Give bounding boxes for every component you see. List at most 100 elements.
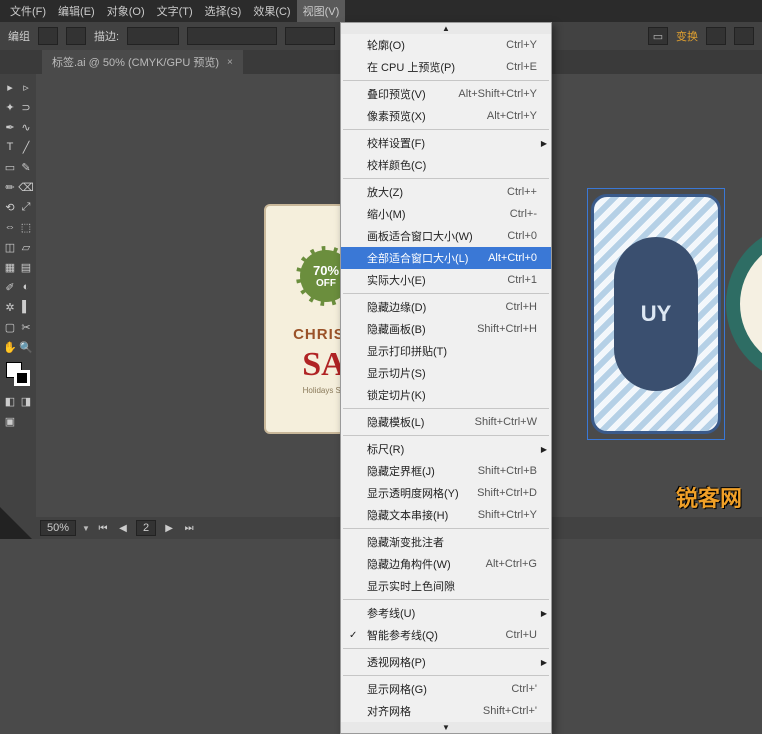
artboard-number[interactable]: 2 [136,520,156,536]
first-artboard-button[interactable]: ⏮ [96,521,110,535]
menu-item[interactable]: 透视网格(P)▶ [341,651,551,673]
pen-tool[interactable]: ✒ [2,118,18,136]
menu-select[interactable]: 选择(S) [199,0,248,22]
document-tab[interactable]: 标签.ai @ 50% (CMYK/GPU 预览) × [42,50,243,74]
pencil-tool[interactable]: ✏ [2,178,18,196]
menu-item[interactable]: 叠印预览(V)Alt+Shift+Ctrl+Y [341,83,551,105]
brush-dropdown[interactable] [187,27,277,45]
artboard-tool[interactable]: ▢ [2,318,18,336]
submenu-arrow-icon: ▶ [541,139,547,148]
symbol-sprayer-tool[interactable]: ✲ [2,298,18,316]
menu-item[interactable]: 显示网格(G)Ctrl+' [341,678,551,700]
line-tool[interactable]: ╱ [18,138,34,156]
menu-edit[interactable]: 编辑(E) [52,0,101,22]
menu-item[interactable]: 画板适合窗口大小(W)Ctrl+0 [341,225,551,247]
rotate-tool[interactable]: ⟲ [2,198,18,216]
type-tool[interactable]: T [2,138,18,156]
last-artboard-button[interactable]: ⏭ [182,521,196,535]
selection-tool[interactable]: ▸ [2,78,18,96]
free-transform-tool[interactable]: ⬚ [18,218,34,236]
menu-item-label: 显示实时上色间隙 [367,578,455,594]
menu-scroll-up[interactable]: ▲ [341,23,551,34]
menu-item-label: 显示网格(G) [367,681,427,697]
menu-file[interactable]: 文件(F) [4,0,52,22]
stroke-swatch-control[interactable] [66,27,86,45]
slice-tool[interactable]: ✂ [18,318,34,336]
menu-effect[interactable]: 效果(C) [247,0,296,22]
menu-item[interactable]: 放大(Z)Ctrl++ [341,181,551,203]
menu-item-shortcut: Ctrl+H [506,301,537,313]
eraser-tool[interactable]: ⌫ [18,178,34,196]
menu-item[interactable]: 隐藏边缘(D)Ctrl+H [341,296,551,318]
menu-item[interactable]: 显示打印拼贴(T) [341,340,551,362]
watermark: 锐客网 [676,481,742,513]
menu-item[interactable]: 在 CPU 上预览(P)Ctrl+E [341,56,551,78]
stroke-weight-dropdown[interactable] [127,27,179,45]
menu-item[interactable]: 显示实时上色间隙 [341,575,551,597]
menu-item[interactable]: 校样设置(F) ▶ [341,132,551,154]
menu-item-label: 校样设置(F) [367,135,425,151]
blend-tool[interactable]: ◐ [18,278,34,296]
screen-mode[interactable]: ▣ [2,412,18,430]
zoom-dropdown-icon[interactable]: ▼ [82,524,90,533]
menu-view[interactable]: 视图(V) [297,0,346,22]
menu-object[interactable]: 对象(O) [101,0,151,22]
menu-item[interactable]: 缩小(M)Ctrl+- [341,203,551,225]
menu-item[interactable]: 隐藏模板(L)Shift+Ctrl+W [341,411,551,433]
mesh-tool[interactable]: ▦ [2,258,18,276]
shape-builder-tool[interactable]: ◫ [2,238,18,256]
menu-item[interactable]: 隐藏文本串接(H)Shift+Ctrl+Y [341,504,551,526]
extra-button-2[interactable] [734,27,754,45]
magic-wand-tool[interactable]: ✦ [2,98,18,116]
menu-item-shortcut: Alt+Ctrl+0 [488,252,537,264]
menu-item[interactable]: 隐藏渐变批注者 [341,531,551,553]
menu-item[interactable]: 显示透明度网格(Y)Shift+Ctrl+D [341,482,551,504]
paintbrush-tool[interactable]: ✎ [18,158,34,176]
column-graph-tool[interactable]: ▌ [18,298,34,316]
menu-type[interactable]: 文字(T) [151,0,199,22]
scale-tool[interactable]: ⤢ [18,198,34,216]
menu-item-label: 叠印预览(V) [367,86,426,102]
fill-swatch-control[interactable] [38,27,58,45]
artwork-tag-2-selected[interactable]: UY [591,194,721,434]
curvature-tool[interactable]: ∿ [18,118,34,136]
fill-stroke-swatch[interactable] [6,362,30,386]
draw-mode[interactable]: ◨ [18,392,34,410]
menu-item[interactable]: 隐藏画板(B)Shift+Ctrl+H [341,318,551,340]
menu-item[interactable]: 显示切片(S) [341,362,551,384]
menu-item[interactable]: 隐藏边角构件(W)Alt+Ctrl+G [341,553,551,575]
close-icon[interactable]: × [227,57,233,68]
menu-item[interactable]: 轮廓(O)Ctrl+Y [341,34,551,56]
menu-item[interactable]: 对齐网格Shift+Ctrl+' [341,700,551,722]
prev-artboard-button[interactable]: ◀ [116,521,130,535]
menu-item[interactable]: ✓智能参考线(Q)Ctrl+U [341,624,551,646]
perspective-tool[interactable]: ▱ [18,238,34,256]
menu-item[interactable]: 锁定切片(K) [341,384,551,406]
menu-item[interactable]: 实际大小(E)Ctrl+1 [341,269,551,291]
menu-item[interactable]: 标尺(R)▶ [341,438,551,460]
style-dropdown[interactable] [285,27,335,45]
hand-tool[interactable]: ✋ [2,338,18,356]
lasso-tool[interactable]: ⊃ [18,98,34,116]
eyedropper-tool[interactable]: ✐ [2,278,18,296]
artwork-tag-3[interactable]: Merry SEA SA [726,224,762,404]
transform-link[interactable]: 变换 [676,28,698,44]
zoom-tool[interactable]: 🔍 [18,338,34,356]
menu-item[interactable]: 像素预览(X)Alt+Ctrl+Y [341,105,551,127]
align-button[interactable]: ▭ [648,27,668,45]
color-mode[interactable]: ◧ [2,392,18,410]
direct-selection-tool[interactable]: ▹ [18,78,34,96]
rectangle-tool[interactable]: ▭ [2,158,18,176]
width-tool[interactable]: ⇔ [2,218,18,236]
menu-item[interactable]: 隐藏定界框(J)Shift+Ctrl+B [341,460,551,482]
next-artboard-button[interactable]: ▶ [162,521,176,535]
menu-item[interactable]: 全部适合窗口大小(L)Alt+Ctrl+0 [341,247,551,269]
menu-item[interactable]: 校样颜色(C) [341,154,551,176]
menu-item[interactable]: 参考线(U)▶ [341,602,551,624]
zoom-combo[interactable]: 50% [40,520,76,536]
menu-scroll-down[interactable]: ▼ [341,722,551,733]
extra-button-1[interactable] [706,27,726,45]
submenu-arrow-icon: ▶ [541,658,547,667]
gradient-tool[interactable]: ▤ [18,258,34,276]
stroke-color[interactable] [14,370,30,386]
